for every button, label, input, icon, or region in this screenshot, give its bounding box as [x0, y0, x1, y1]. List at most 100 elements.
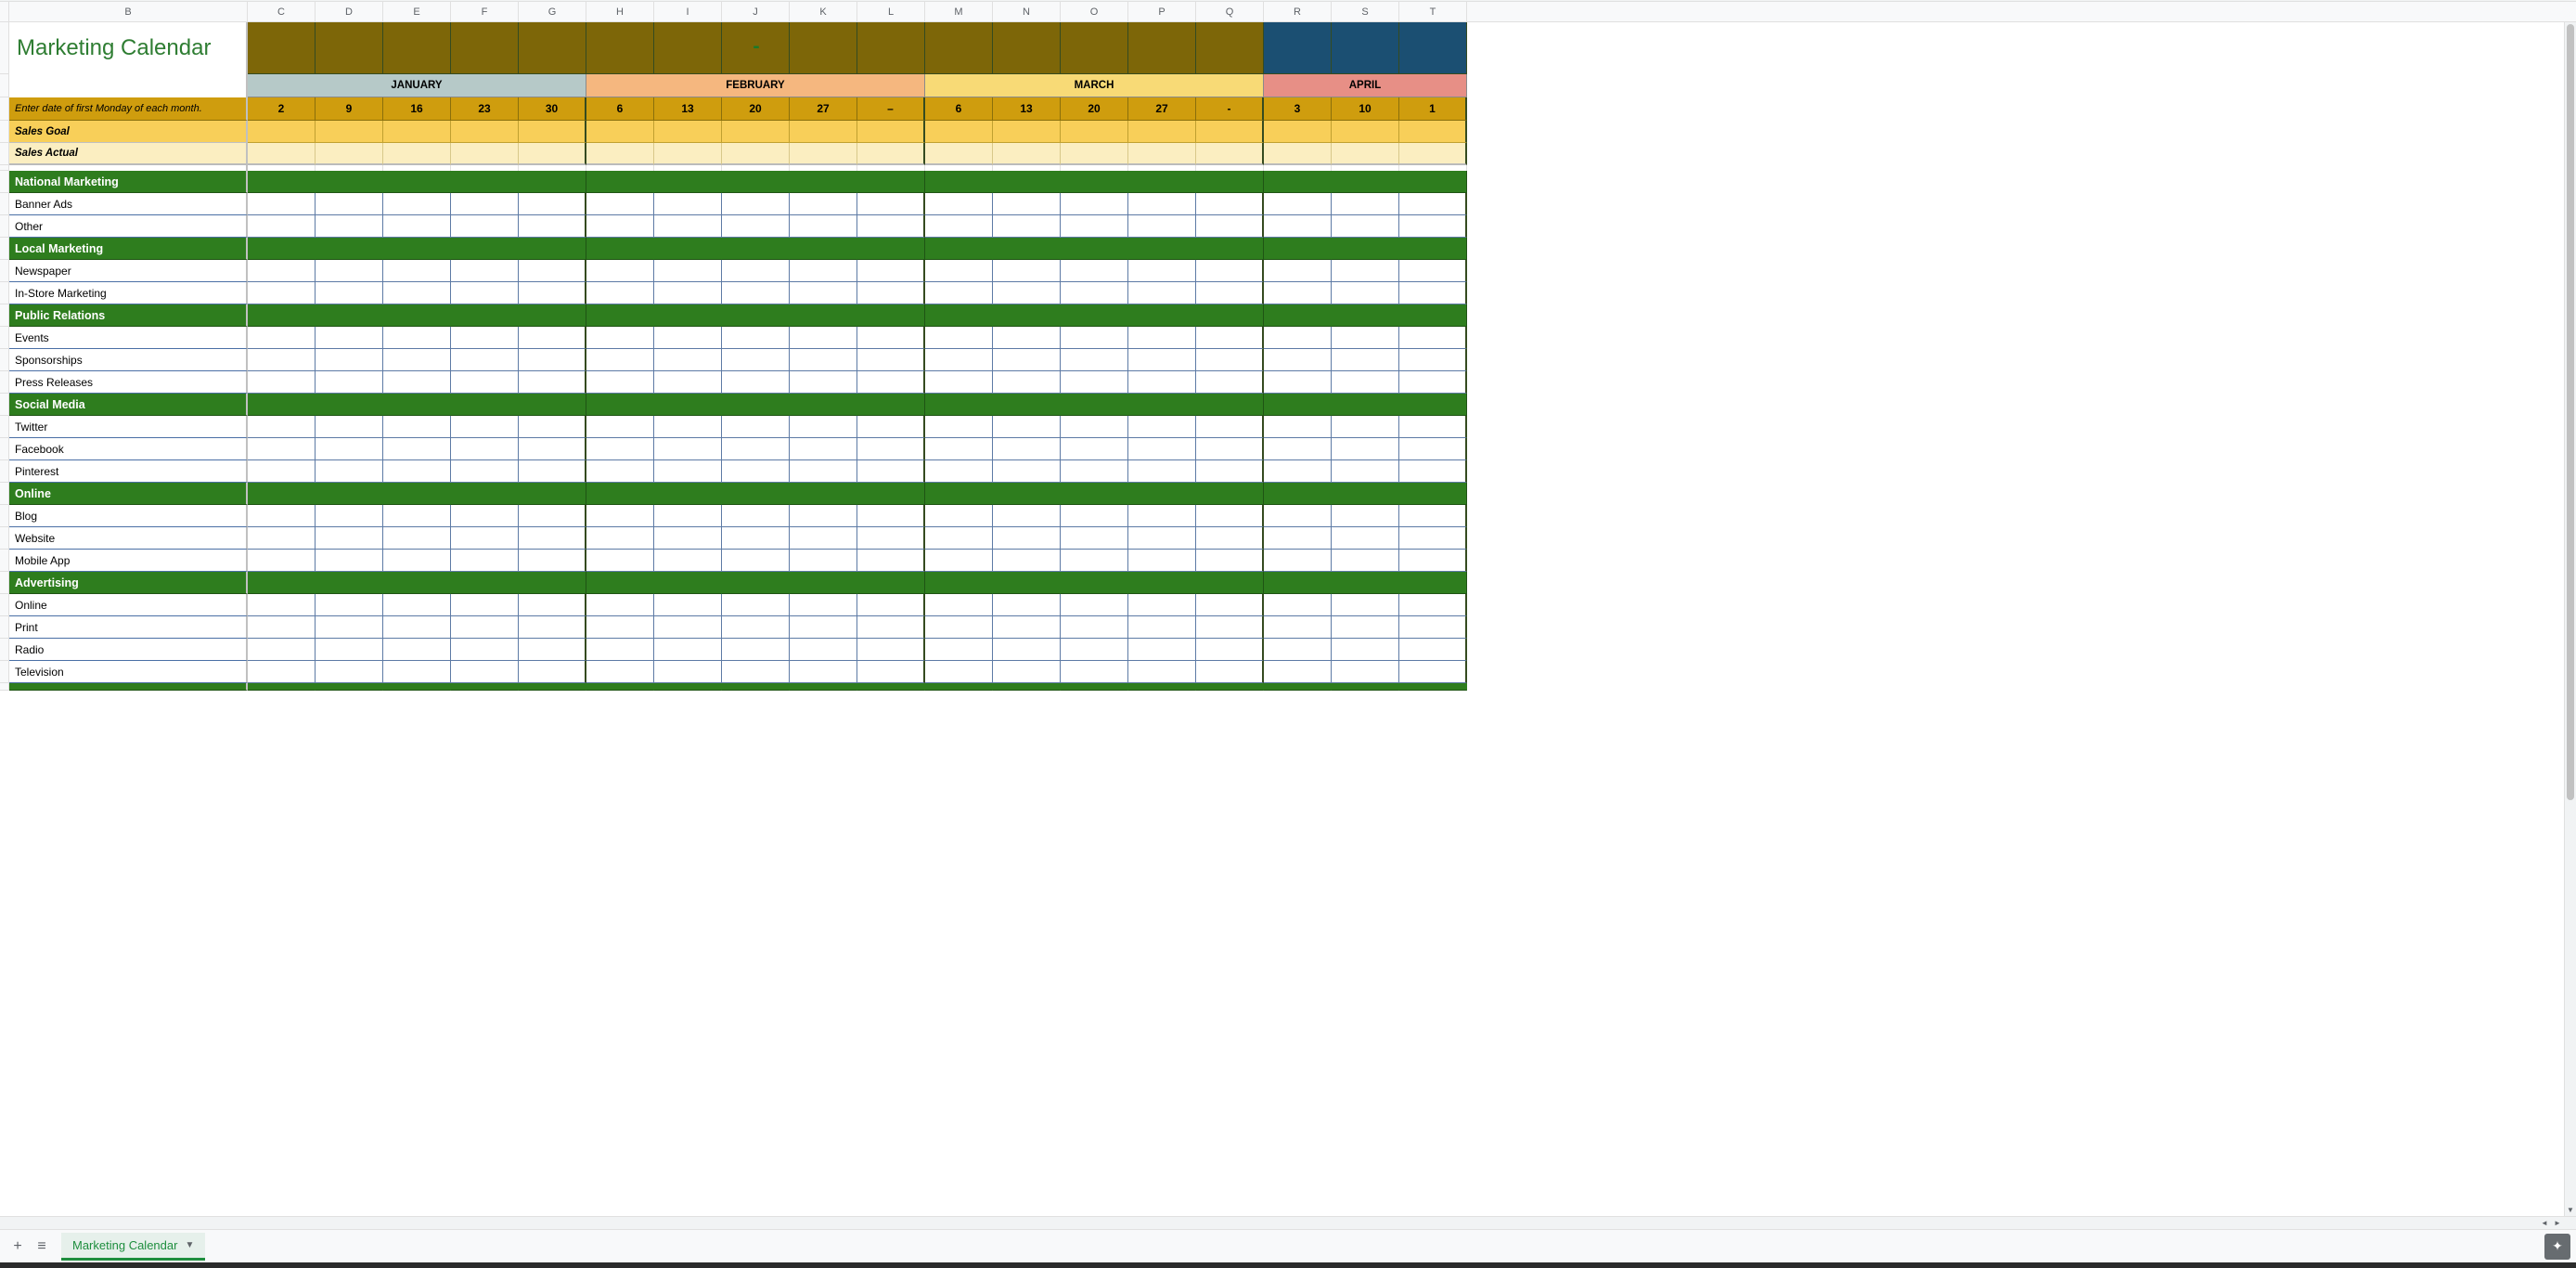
- data-cell[interactable]: [248, 460, 316, 483]
- section-header-cell[interactable]: [451, 394, 519, 416]
- section-header-cell[interactable]: [451, 304, 519, 327]
- quarter-1-cell[interactable]: [993, 22, 1061, 74]
- sales-actual-cell[interactable]: [1128, 143, 1196, 165]
- section-header-cell[interactable]: [722, 171, 790, 193]
- data-cell[interactable]: [1399, 661, 1467, 683]
- data-cell[interactable]: [654, 215, 722, 238]
- add-sheet-button[interactable]: +: [6, 1235, 30, 1259]
- section-header-cell[interactable]: [1061, 238, 1128, 260]
- sales-actual-cell[interactable]: [1196, 143, 1264, 165]
- data-cell[interactable]: [790, 460, 857, 483]
- section-header-cell[interactable]: [316, 171, 383, 193]
- data-cell[interactable]: [722, 616, 790, 639]
- quarter-1-cell[interactable]: [1128, 22, 1196, 74]
- section-header-cell[interactable]: [316, 572, 383, 594]
- sales-goal-cell[interactable]: [722, 121, 790, 143]
- data-cell[interactable]: [519, 639, 586, 661]
- data-cell[interactable]: [316, 661, 383, 683]
- data-cell[interactable]: [1332, 505, 1399, 527]
- week-date-cell[interactable]: 10: [1332, 97, 1399, 121]
- section-header-cell[interactable]: [1264, 394, 1332, 416]
- data-cell[interactable]: [1332, 661, 1399, 683]
- data-cell[interactable]: [586, 594, 654, 616]
- data-cell[interactable]: [722, 260, 790, 282]
- column-header-S[interactable]: S: [1332, 2, 1399, 21]
- data-cell[interactable]: [383, 371, 451, 394]
- section-header-cell[interactable]: [1061, 171, 1128, 193]
- quarter-1-cell[interactable]: [316, 22, 383, 74]
- data-cell[interactable]: [993, 639, 1061, 661]
- data-cell[interactable]: [519, 550, 586, 572]
- section-header-cell[interactable]: [993, 572, 1061, 594]
- data-cell[interactable]: [1332, 639, 1399, 661]
- sales-actual-cell[interactable]: [586, 143, 654, 165]
- section-header-cell[interactable]: [654, 238, 722, 260]
- data-cell[interactable]: [316, 193, 383, 215]
- sales-goal-cell[interactable]: [925, 121, 993, 143]
- data-cell[interactable]: [654, 594, 722, 616]
- section-header-cell[interactable]: [519, 572, 586, 594]
- data-cell[interactable]: [1332, 550, 1399, 572]
- section-header-cell[interactable]: [1196, 238, 1264, 260]
- data-cell[interactable]: [248, 260, 316, 282]
- data-cell[interactable]: [1196, 349, 1264, 371]
- sales-goal-cell[interactable]: [1128, 121, 1196, 143]
- horizontal-scrollbar[interactable]: ◄ ►: [0, 1216, 2576, 1229]
- data-cell[interactable]: [925, 193, 993, 215]
- data-cell[interactable]: [857, 371, 925, 394]
- data-cell[interactable]: [993, 527, 1061, 550]
- data-cell[interactable]: [790, 438, 857, 460]
- data-cell[interactable]: [857, 616, 925, 639]
- data-cell[interactable]: [248, 416, 316, 438]
- section-header-cell[interactable]: [1128, 304, 1196, 327]
- data-cell[interactable]: [654, 349, 722, 371]
- data-cell[interactable]: [654, 327, 722, 349]
- column-header-N[interactable]: N: [993, 2, 1061, 21]
- data-cell[interactable]: [1061, 282, 1128, 304]
- data-cell[interactable]: [1264, 505, 1332, 527]
- week-date-cell[interactable]: 9: [316, 97, 383, 121]
- week-date-cell[interactable]: 13: [993, 97, 1061, 121]
- data-cell[interactable]: [519, 460, 586, 483]
- data-cell[interactable]: [248, 661, 316, 683]
- data-cell[interactable]: [925, 505, 993, 527]
- section-header-cell[interactable]: [1128, 238, 1196, 260]
- data-cell[interactable]: [993, 661, 1061, 683]
- quarter-1-cell[interactable]: [519, 22, 586, 74]
- section-header-cell[interactable]: [1264, 304, 1332, 327]
- section-header-cell[interactable]: [1399, 572, 1467, 594]
- vertical-scrollbar[interactable]: ▲ ▼: [2564, 22, 2576, 1216]
- data-cell[interactable]: [316, 327, 383, 349]
- week-date-cell[interactable]: 6: [925, 97, 993, 121]
- data-cell[interactable]: [993, 505, 1061, 527]
- section-header-cell[interactable]: [451, 483, 519, 505]
- section-header-cell[interactable]: [248, 238, 316, 260]
- data-cell[interactable]: [925, 416, 993, 438]
- data-cell[interactable]: [383, 349, 451, 371]
- section-header-cell[interactable]: [586, 304, 654, 327]
- data-cell[interactable]: [1332, 416, 1399, 438]
- sales-actual-cell[interactable]: [451, 143, 519, 165]
- data-cell[interactable]: [857, 639, 925, 661]
- section-header-cell[interactable]: [248, 394, 316, 416]
- data-cell[interactable]: [925, 594, 993, 616]
- data-cell[interactable]: [1128, 327, 1196, 349]
- data-cell[interactable]: [993, 594, 1061, 616]
- data-cell[interactable]: [451, 639, 519, 661]
- section-header-cell[interactable]: [1128, 394, 1196, 416]
- data-cell[interactable]: [925, 327, 993, 349]
- sales-actual-cell[interactable]: [383, 143, 451, 165]
- month-header-april[interactable]: APRIL: [1264, 74, 1467, 97]
- data-cell[interactable]: [925, 215, 993, 238]
- data-cell[interactable]: [654, 527, 722, 550]
- section-header-cell[interactable]: [790, 238, 857, 260]
- section-header-cell[interactable]: [1264, 238, 1332, 260]
- sales-goal-cell[interactable]: [790, 121, 857, 143]
- data-cell[interactable]: [316, 550, 383, 572]
- data-cell[interactable]: [1332, 193, 1399, 215]
- section-header-cell[interactable]: [722, 483, 790, 505]
- data-cell[interactable]: [925, 260, 993, 282]
- data-cell[interactable]: [519, 215, 586, 238]
- sales-actual-cell[interactable]: [519, 143, 586, 165]
- data-cell[interactable]: [451, 527, 519, 550]
